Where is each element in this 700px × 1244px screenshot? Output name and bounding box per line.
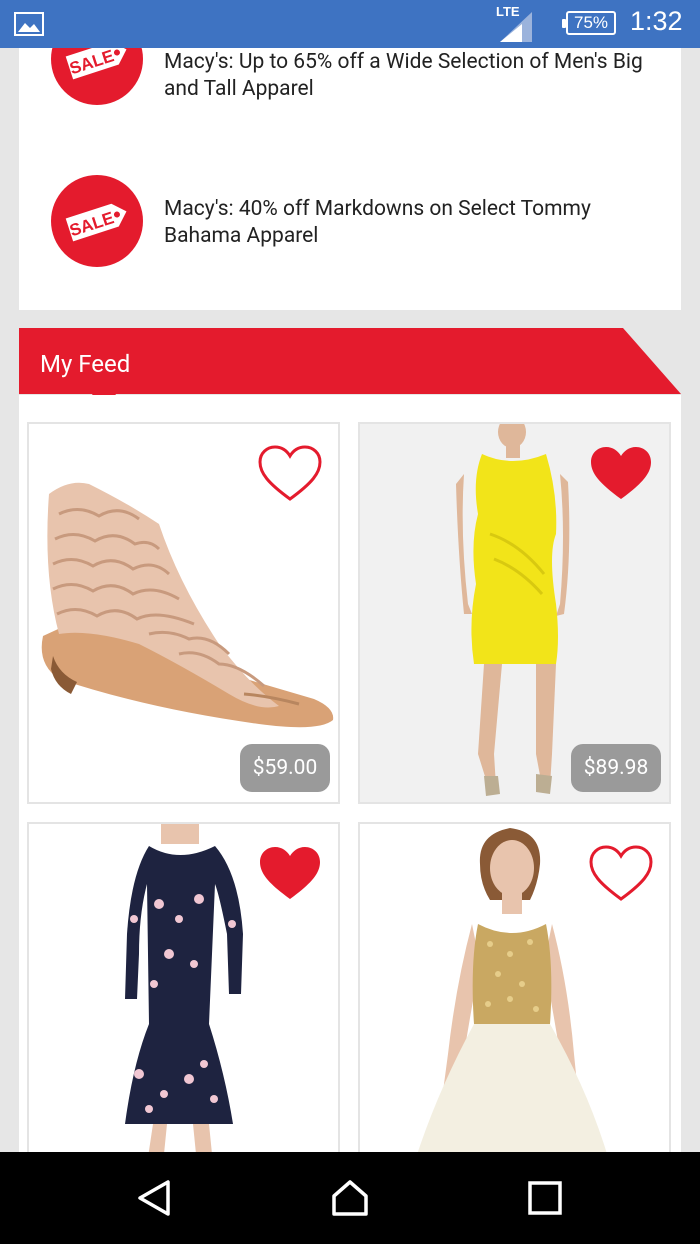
product-card[interactable]: $59.00: [27, 422, 340, 804]
image-notification-icon: [14, 12, 44, 36]
deal-title: Macy's: Up to 65% off a Wide Selection o…: [164, 50, 643, 101]
battery-icon: 75%: [562, 11, 616, 35]
price-badge: $59.00: [240, 744, 330, 792]
clock: 1:32: [630, 6, 683, 36]
product-feed: $59.00 $89.98: [19, 395, 681, 1152]
signal-icon: [500, 12, 532, 42]
feed-title: My Feed: [40, 350, 131, 378]
battery-level: 75%: [573, 13, 609, 32]
home-icon[interactable]: [330, 1178, 370, 1218]
favorite-heart-filled-icon[interactable]: [589, 445, 653, 503]
favorite-heart-outline-icon[interactable]: [258, 445, 322, 503]
sale-tag-icon: SALE: [51, 175, 143, 267]
status-bar: LTE 75% 1:32: [0, 0, 700, 48]
deal-title: Macy's: 40% off Markdowns on Select Tomm…: [164, 197, 591, 248]
deals-card: SALE Macy's: Up to 65% off a Wide Select…: [19, 13, 681, 310]
favorite-heart-outline-icon[interactable]: [589, 845, 653, 903]
price-badge: $89.98: [571, 744, 661, 792]
product-card[interactable]: $89.98: [358, 422, 671, 804]
navigation-bar: [0, 1152, 700, 1244]
recents-icon[interactable]: [525, 1178, 565, 1218]
favorite-heart-filled-icon[interactable]: [258, 845, 322, 903]
product-card[interactable]: [27, 822, 340, 1152]
deal-item[interactable]: SALE Macy's: 40% off Markdowns on Select…: [19, 174, 681, 274]
product-card[interactable]: [358, 822, 671, 1152]
back-icon[interactable]: [136, 1178, 176, 1218]
